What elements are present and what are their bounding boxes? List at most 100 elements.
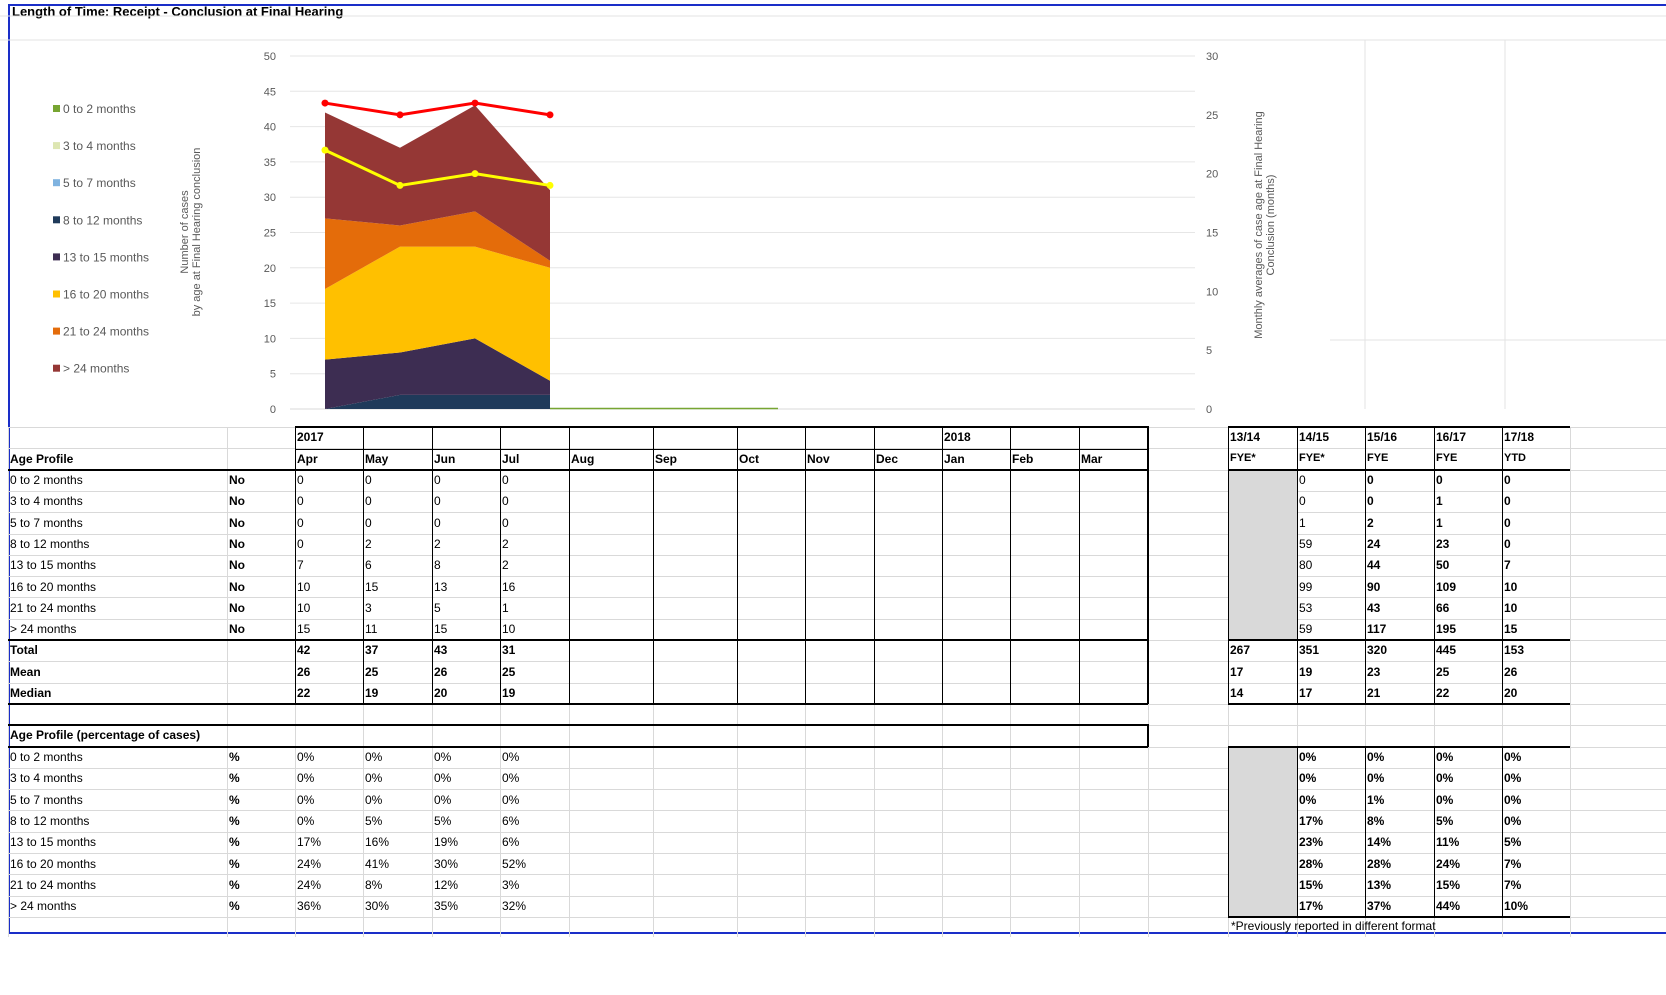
fy-cell: 24 <box>1367 537 1381 551</box>
pct-cell: 30% <box>365 900 390 914</box>
pct-cell: 35% <box>434 900 459 914</box>
pct-cell: 0% <box>502 751 520 764</box>
row-label: 21 to 24 months <box>10 878 97 892</box>
table-border <box>1434 747 1435 918</box>
data-table: 2017 2018 13/14 14/15 15/16 16/17 17/18 Age Pro… <box>0 0 1666 995</box>
fy-header: 16/17 <box>1436 431 1467 444</box>
pct-cell: 0% <box>297 793 315 807</box>
fy-cell: 44 <box>1367 559 1381 573</box>
table-cell: 3 <box>365 601 372 615</box>
fy-pct-cell: 8% <box>1367 814 1385 828</box>
total-cell: 26 <box>434 665 448 679</box>
fy-cell: 0 <box>1504 495 1511 509</box>
fy-cell: 0 <box>1504 474 1511 487</box>
table-cell: 5 <box>434 601 441 615</box>
fy-cell: 0 <box>1367 474 1374 487</box>
fy-cell: 90 <box>1367 580 1381 594</box>
fy-cell: 50 <box>1436 559 1450 573</box>
table-border <box>1147 426 1149 705</box>
total-cell: 43 <box>434 644 448 658</box>
pct-cell: 0% <box>502 793 520 807</box>
pct-cell: 0% <box>297 751 315 764</box>
table-cell: 0 <box>297 495 304 509</box>
table-border <box>1228 916 1570 919</box>
table-cell: 0 <box>297 516 304 530</box>
table-cell: 0 <box>297 474 304 487</box>
row-label: 16 to 20 months <box>10 580 97 594</box>
row-label: 13 to 15 months <box>10 559 97 573</box>
table-border <box>1228 746 1570 748</box>
pct-cell: 6% <box>502 814 520 828</box>
table-border <box>737 427 738 705</box>
fy-cell: 0 <box>1504 537 1511 551</box>
table-cell: 0 <box>434 495 441 509</box>
fy-cell: 1 <box>1436 495 1443 509</box>
pct-cell: 0% <box>297 814 315 828</box>
sheet-gridline <box>1570 427 1571 937</box>
table-border <box>1228 703 1570 706</box>
fy-cell: 0 <box>1504 516 1511 530</box>
fy-pct-cell: 5% <box>1436 814 1454 828</box>
table-border <box>1365 427 1366 705</box>
pct-cell: 30% <box>434 857 459 871</box>
fy-total-cell: 19 <box>1299 665 1313 679</box>
year-label: 2018 <box>944 431 971 444</box>
pct-cell: 3% <box>502 878 520 892</box>
fy-total-cell: 23 <box>1367 665 1381 679</box>
fy-total-cell: 267 <box>1230 644 1251 658</box>
fy-pct-cell: 0% <box>1299 793 1317 807</box>
table-border <box>8 746 1148 748</box>
fy-cell: 10 <box>1504 601 1518 615</box>
pct-cell: 12% <box>434 878 459 892</box>
fy-pct-cell: 7% <box>1504 878 1522 892</box>
row-unit: % <box>229 814 240 828</box>
fy-pct-cell: 0% <box>1436 793 1454 807</box>
table-border <box>8 639 1148 642</box>
fy-pct-cell: 15% <box>1299 878 1324 892</box>
pct-cell: 24% <box>297 857 322 871</box>
fy-pct-cell: 13% <box>1367 878 1392 892</box>
table-border <box>942 427 943 705</box>
table-cell: 0 <box>297 537 304 551</box>
total-cell: 37 <box>365 644 379 658</box>
pct-cell: 19% <box>434 836 459 850</box>
pct-cell: 5% <box>434 814 452 828</box>
table-border <box>432 427 433 705</box>
fy-cell: 10 <box>1504 580 1518 594</box>
table-border <box>8 703 1148 706</box>
fy-cell: 53 <box>1299 601 1313 615</box>
row-label: 21 to 24 months <box>10 601 97 615</box>
pct-cell: 16% <box>365 836 390 850</box>
table-border <box>8 469 1148 471</box>
pct-cell: 0% <box>365 751 383 764</box>
fy-total-cell: 320 <box>1367 644 1388 658</box>
pct-cell: 0% <box>434 793 452 807</box>
table-cell: 2 <box>434 537 441 551</box>
fy-pct-cell: 0% <box>1504 814 1522 828</box>
fy-total-cell: 351 <box>1299 644 1320 658</box>
table-border <box>805 427 806 705</box>
fy-pct-cell: 7% <box>1504 857 1522 871</box>
pct-cell: 36% <box>297 900 322 914</box>
fy-total-cell: 445 <box>1436 644 1457 658</box>
pct-cell: 32% <box>502 900 527 914</box>
table-cell: 2 <box>502 559 509 573</box>
table-cell: 10 <box>297 601 311 615</box>
fy-cell: 1 <box>1299 516 1306 530</box>
table-cell: 6 <box>365 559 372 573</box>
table-cell: 7 <box>297 559 304 573</box>
table-cell: 0 <box>365 516 372 530</box>
table-border <box>653 427 654 705</box>
row-unit: No <box>229 537 245 551</box>
fy-cell: 0 <box>1299 474 1306 487</box>
table-cell: 2 <box>365 537 372 551</box>
total-label: Total <box>10 644 38 658</box>
fy-total-cell: 153 <box>1504 644 1525 658</box>
fy-header: 14/15 <box>1299 431 1330 444</box>
fy-pct-cell: 15% <box>1436 878 1461 892</box>
footnote: *Previously reported in different format <box>1231 919 1436 933</box>
table-cell: 0 <box>365 495 372 509</box>
row-unit: No <box>229 580 245 594</box>
fy-pct-cell: 1% <box>1367 793 1385 807</box>
fy-pct-cell: 17% <box>1299 814 1324 828</box>
